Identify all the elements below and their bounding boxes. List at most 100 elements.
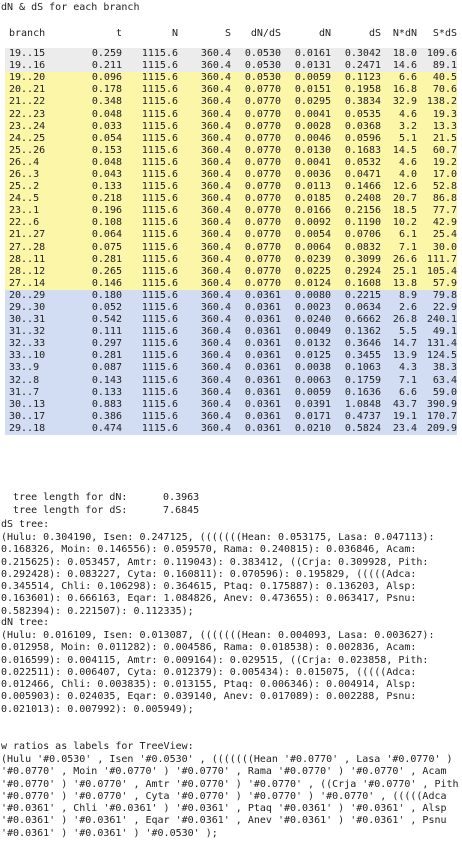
table-cell: 0.0770 — [231, 265, 281, 278]
table-cell: 22.9 — [417, 301, 457, 315]
table-cell: 0.3042 — [331, 48, 381, 61]
table-cell: 360.4 — [178, 84, 231, 97]
table-cell: 1115.6 — [122, 144, 178, 157]
table-cell: 0.0125 — [281, 350, 331, 363]
table-row: 24..25 0.054 1115.6 360.4 0.0770 0.0046 0.0596… — [5, 132, 457, 145]
table-cell: 0.0054 — [281, 229, 331, 242]
table-cell: 26..4 — [5, 156, 67, 169]
table-cell: 20.7 — [381, 193, 417, 206]
table-cell: 21..22 — [5, 96, 67, 109]
table-cell: 0.0361 — [231, 386, 281, 399]
table-cell: 8.9 — [381, 289, 417, 302]
table-cell: 390.9 — [417, 398, 457, 411]
table-cell: 1115.6 — [122, 132, 178, 145]
table-cell: 0.153 — [67, 144, 122, 157]
table-cell: 0.0361 — [231, 362, 281, 375]
table-cell: 30..31 — [5, 314, 67, 327]
table-cell: 0.048 — [67, 108, 122, 121]
table-cell: 1115.6 — [122, 386, 178, 399]
table-cell: 0.064 — [67, 229, 122, 242]
table-cell: 1115.6 — [122, 289, 178, 302]
table-cell: 1115.6 — [122, 181, 178, 194]
table-cell: 40.5 — [417, 72, 457, 85]
table-cell: 1115.6 — [122, 217, 178, 230]
table-cell: 0.542 — [67, 314, 122, 327]
table-cell: 1115.6 — [122, 362, 178, 375]
table-cell: 360.4 — [178, 314, 231, 327]
table-cell: 0.075 — [67, 241, 122, 254]
table-cell: 0.196 — [67, 205, 122, 218]
table-header-row: branch t N SdN/dS dN dS N*dN S*dS — [5, 24, 457, 48]
table-cell: 18.5 — [381, 205, 417, 218]
column-header: N*dN — [392, 28, 417, 39]
table-cell: 19.3 — [417, 108, 457, 121]
column-header: S*dS — [432, 28, 457, 39]
table-cell: 1115.6 — [122, 156, 178, 169]
table-cell: 5.5 — [381, 326, 417, 339]
table-cell: 1115.6 — [122, 277, 178, 290]
table-row: 33..10 0.281 1115.6 360.4 0.0361 0.0125 0.3455… — [5, 350, 457, 363]
table-cell: 0.0770 — [231, 253, 281, 266]
table-cell: 0.2408 — [331, 193, 381, 206]
table-cell: 360.4 — [178, 326, 231, 339]
table-cell: 0.1123 — [331, 72, 381, 85]
table-cell: 0.297 — [67, 338, 122, 351]
table-cell: 0.474 — [67, 422, 122, 435]
table-cell: 0.2215 — [331, 289, 381, 302]
table-cell: 22..6 — [5, 217, 67, 230]
table-cell: 0.087 — [67, 362, 122, 375]
table-cell: 33..10 — [5, 350, 67, 363]
table-cell: 1115.6 — [122, 205, 178, 218]
table-row: 30..17 0.386 1115.6 360.4 0.0361 0.0171 0.4737… — [5, 410, 457, 423]
table-cell: 360.4 — [178, 253, 231, 266]
table-cell: 52.8 — [417, 181, 457, 194]
table-cell: 1115.6 — [122, 168, 178, 182]
table-cell: 360.4 — [178, 410, 231, 423]
table-row: 32..8 0.143 1115.6 360.4 0.0361 0.0063 0.1759 7… — [5, 374, 457, 387]
table-cell: 21.5 — [417, 132, 457, 145]
table-cell: 1115.6 — [122, 60, 178, 73]
table-cell: 0.0361 — [231, 374, 281, 387]
table-cell: 23.4 — [381, 422, 417, 435]
table-cell: 360.4 — [178, 265, 231, 278]
table-cell: 70.6 — [417, 84, 457, 97]
table-cell: 0.1759 — [331, 374, 381, 387]
table-cell: 27..14 — [5, 277, 67, 290]
table-cell: 0.0832 — [331, 241, 381, 254]
table-cell: 1115.6 — [122, 84, 178, 97]
branch-table: branch t N SdN/dS dN dS N*dN S*dS 19..15 0.259 11… — [5, 24, 457, 435]
table-cell: 1115.6 — [122, 374, 178, 387]
table-row: 27..14 0.146 1115.6 360.4 0.0770 0.0124 0.1608… — [5, 277, 457, 290]
table-cell: 0.265 — [67, 265, 122, 278]
table-row: 28..12 0.265 1115.6 360.4 0.0770 0.0225 0.2924… — [5, 265, 457, 278]
table-cell: 360.4 — [178, 289, 231, 302]
table-cell: 360.4 — [178, 156, 231, 169]
table-cell: 16.8 — [381, 84, 417, 97]
table-cell: 0.1958 — [331, 84, 381, 97]
table-cell: 0.0770 — [231, 156, 281, 169]
table-cell: 33..9 — [5, 362, 67, 375]
table-cell: 170.7 — [417, 410, 457, 423]
table-cell: 79.8 — [417, 289, 457, 302]
table-cell: 0.3455 — [331, 350, 381, 363]
table-cell: 0.133 — [67, 181, 122, 194]
table-cell: 89.1 — [417, 60, 457, 73]
table-cell: 360.4 — [178, 96, 231, 109]
table-cell: 27..28 — [5, 241, 67, 254]
table-cell: 0.0041 — [281, 108, 331, 121]
table-cell: 0.3646 — [331, 338, 381, 351]
table-cell: 0.0361 — [231, 301, 281, 315]
table-cell: 0.4737 — [331, 410, 381, 423]
column-header: t — [115, 28, 122, 39]
table-cell: 0.0770 — [231, 144, 281, 157]
table-cell: 360.4 — [178, 168, 231, 182]
table-cell: 0.111 — [67, 326, 122, 339]
table-row: 33..9 0.087 1115.6 360.4 0.0361 0.0038 0.1063 4… — [5, 362, 457, 375]
table-cell: 25..2 — [5, 181, 67, 194]
table-row: 22..23 0.048 1115.6 360.4 0.0770 0.0041 0.0535… — [5, 108, 457, 121]
table-cell: 0.0361 — [231, 314, 281, 327]
table-cell: 360.4 — [178, 193, 231, 206]
table-cell: 0.0532 — [331, 156, 381, 169]
table-cell: 1115.6 — [122, 398, 178, 411]
table-cell: 19..16 — [5, 60, 67, 73]
